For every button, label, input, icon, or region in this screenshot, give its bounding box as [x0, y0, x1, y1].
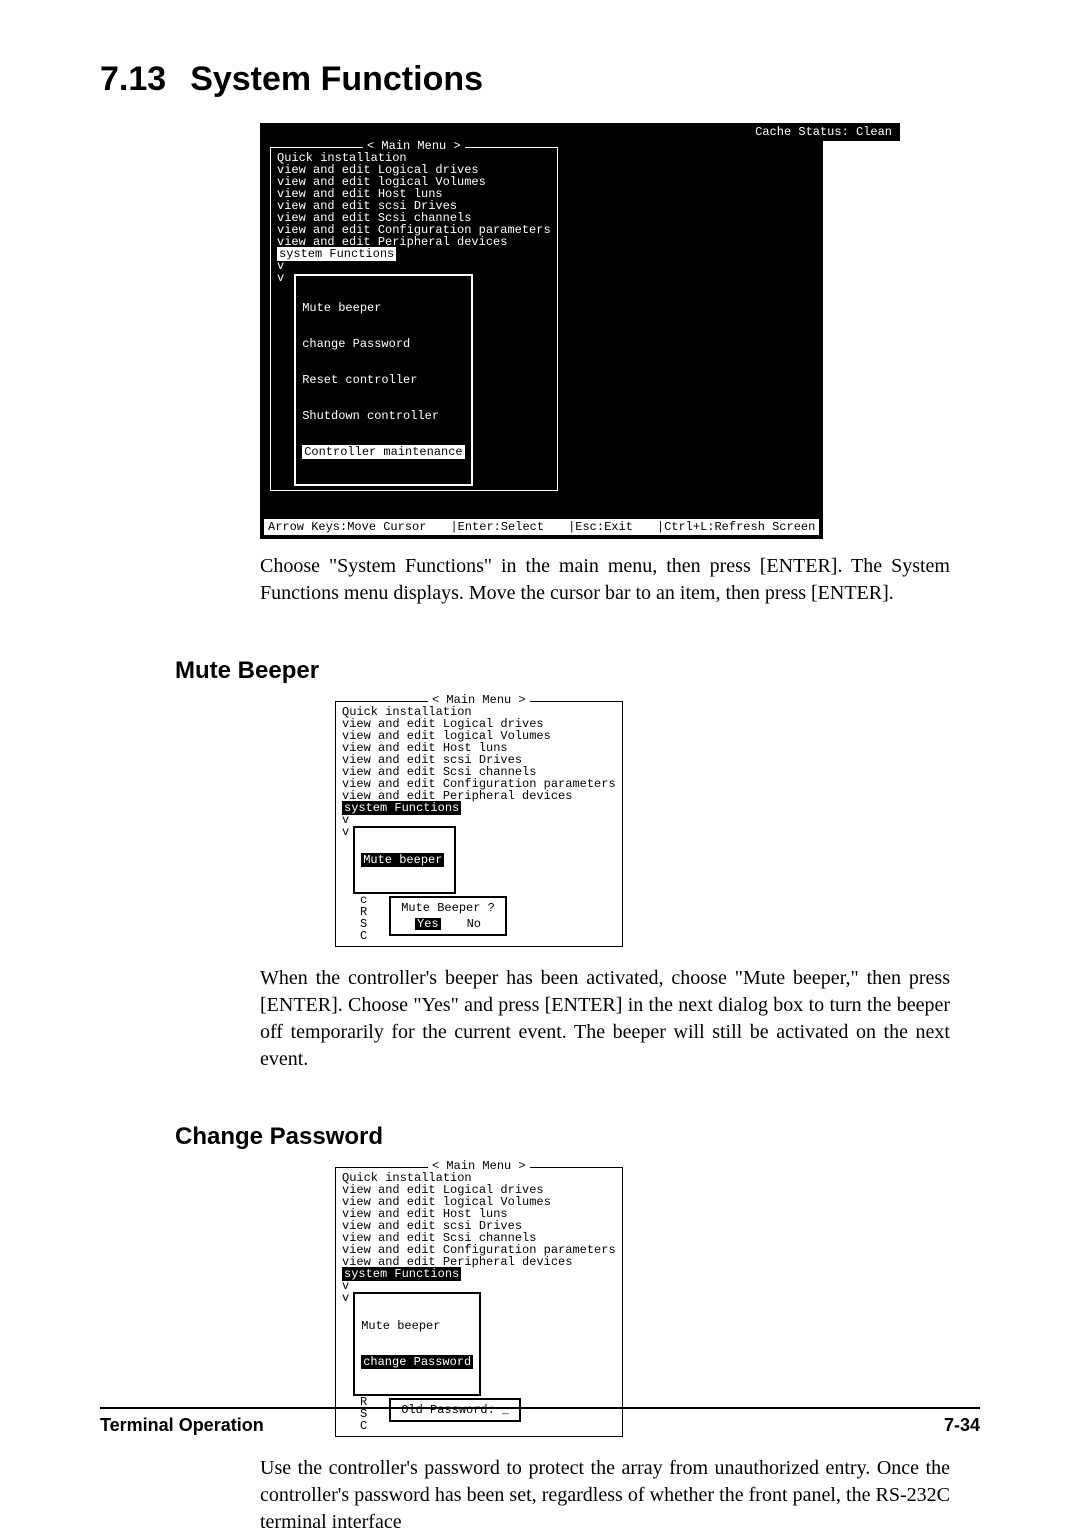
submenu-item-selected[interactable]: change Password — [361, 1355, 473, 1369]
cache-status-label: Cache Status: Clean — [260, 123, 900, 141]
figure-change-password: < Main Menu > Quick installation view an… — [325, 1161, 745, 1441]
submenu-item-selected[interactable]: Controller maintenance — [302, 445, 464, 459]
section-title-text: System Functions — [190, 60, 483, 98]
submenu-item[interactable]: Mute beeper — [302, 302, 464, 314]
subheading-change-password: Change Password — [175, 1123, 980, 1151]
dialog-no-button[interactable]: No — [467, 918, 481, 930]
paragraph: Use the controller's password to protect… — [260, 1455, 950, 1536]
submenu-box: Mute beeper — [353, 826, 455, 894]
menu-tail: v — [277, 260, 551, 272]
menu-tail: v — [342, 814, 616, 826]
submenu-item[interactable]: Shutdown controller — [302, 410, 464, 422]
menu-tail: v — [342, 1280, 616, 1292]
main-menu-box: < Main Menu > Quick installation view an… — [335, 1167, 623, 1437]
menu-tail: v — [342, 826, 349, 838]
submenu-box: Mute beeper change Password Reset contro… — [294, 274, 472, 486]
submenu-box: Mute beeper change Password — [353, 1292, 481, 1396]
figure-mute-beeper: < Main Menu > Quick installation view an… — [325, 695, 745, 951]
hint-arrows: Arrow Keys:Move Cursor — [268, 521, 426, 533]
figure-system-functions-terminal: Cache Status: Clean < Main Menu > Quick … — [260, 123, 900, 539]
section-number: 7.13 — [100, 60, 166, 98]
paragraph: Choose "System Functions" in the main me… — [260, 553, 950, 607]
subheading-mute-beeper: Mute Beeper — [175, 657, 980, 685]
section-heading: 7.13 System Functions — [100, 60, 980, 99]
menu-item-selected[interactable]: system Functions — [342, 1267, 461, 1281]
menu-item-selected[interactable]: system Functions — [277, 247, 396, 261]
submenu-item[interactable]: change Password — [302, 338, 464, 350]
menu-item-selected[interactable]: system Functions — [342, 801, 461, 815]
menu-tail: v — [277, 272, 284, 284]
main-menu-box: < Main Menu > Quick installation view an… — [335, 701, 623, 947]
hint-refresh: |Ctrl+L:Refresh Screen — [657, 521, 815, 533]
side-letter: C — [360, 930, 367, 942]
dialog-question: Mute Beeper ? — [401, 902, 495, 914]
footer-left: Terminal Operation — [100, 1415, 264, 1436]
dialog-yes-button[interactable]: Yes — [415, 918, 441, 930]
page-footer: Terminal Operation 7-34 — [100, 1407, 980, 1436]
submenu-item-selected[interactable]: Mute beeper — [361, 853, 444, 867]
hint-enter: |Enter:Select — [450, 521, 544, 533]
terminal-statusbar: Arrow Keys:Move Cursor |Enter:Select |Es… — [264, 519, 819, 535]
hint-esc: |Esc:Exit — [568, 521, 633, 533]
main-menu-box: < Main Menu > Quick installation view an… — [270, 147, 558, 491]
mute-beeper-dialog: Mute Beeper ? Yes No — [389, 896, 507, 936]
menu-tail: v — [342, 1292, 349, 1304]
paragraph: When the controller's beeper has been ac… — [260, 965, 950, 1073]
footer-right: 7-34 — [944, 1415, 980, 1436]
submenu-item[interactable]: Mute beeper — [361, 1320, 473, 1332]
submenu-item[interactable]: Reset controller — [302, 374, 464, 386]
